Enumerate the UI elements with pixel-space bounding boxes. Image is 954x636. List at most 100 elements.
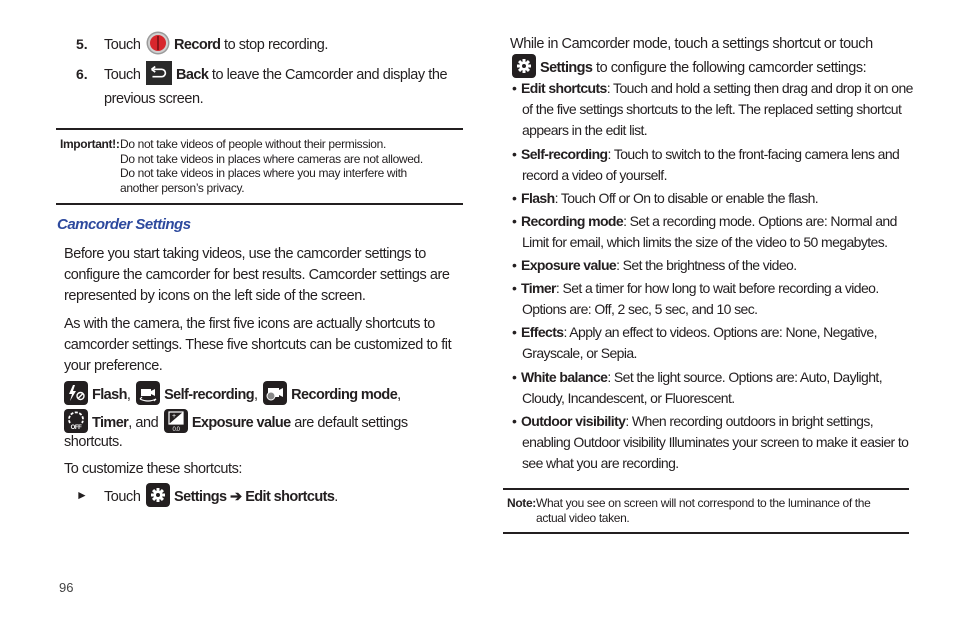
page-number: 96 bbox=[59, 580, 74, 595]
step-5: Touch Record to stop recording. bbox=[104, 31, 328, 57]
comma: , bbox=[397, 386, 401, 403]
setting-description: : Set the light source. Options are: Aut… bbox=[607, 369, 882, 385]
settings-list-line: Cloudy, Incandescent, or Fluorescent. bbox=[522, 390, 735, 406]
setting-term: Timer bbox=[521, 280, 556, 296]
exposure-value-label: Exposure value bbox=[191, 414, 291, 431]
note-line: actual video taken. bbox=[536, 511, 630, 525]
setting-term: Self-recording bbox=[521, 146, 608, 162]
settings-list-item: • Outdoor visibility: When recording outd… bbox=[512, 411, 912, 474]
setting-description: : Set a recording mode. Options are: Nor… bbox=[623, 213, 897, 229]
timer-label: Timer bbox=[92, 414, 129, 431]
step-text: to leave the Camcorder and display the bbox=[208, 66, 448, 83]
customize-intro: To customize these shortcuts: bbox=[64, 461, 242, 477]
paragraph-line: camcorder settings. These five shortcuts… bbox=[64, 337, 452, 353]
back-icon bbox=[146, 61, 173, 85]
step-text: Touch bbox=[104, 66, 141, 83]
paragraph-line: Before you start taking videos, use the … bbox=[64, 246, 426, 262]
bullet-dot: • bbox=[512, 413, 517, 429]
settings-list-line: Limit for email, which limits the size o… bbox=[522, 234, 888, 250]
divider bbox=[503, 488, 909, 490]
setting-term: Exposure value bbox=[521, 257, 617, 273]
settings-list-item: • Self-recording: Touch to switch to the … bbox=[512, 144, 912, 186]
bullet-marker: ► bbox=[76, 488, 88, 502]
back-label: Back bbox=[176, 66, 209, 83]
settings-list-line: enabling Outdoor visibility Illuminates … bbox=[522, 434, 909, 450]
recording-mode-icon bbox=[263, 381, 288, 405]
settings-list-line: • White balance: Set the light source. Op… bbox=[512, 367, 912, 388]
svg-text:OFF: OFF bbox=[71, 425, 82, 431]
setting-description: : Touch and hold a setting then drag and… bbox=[606, 80, 914, 96]
intro-text: to configure the following camcorder set… bbox=[592, 59, 867, 76]
bullet-dot: • bbox=[512, 324, 517, 340]
settings-list-line: • Outdoor visibility: When recording outd… bbox=[512, 411, 912, 432]
settings-gear-icon bbox=[512, 54, 536, 78]
setting-description: : When recording outdoors in bright sett… bbox=[625, 413, 874, 429]
settings-list-line: Grayscale, or Sepia. bbox=[522, 345, 637, 361]
exposure-value-icon: +0.0 bbox=[163, 409, 188, 433]
flash-label: Flash bbox=[92, 386, 127, 403]
bullet-dot: • bbox=[512, 280, 517, 296]
important-line: Do not take videos in places where you m… bbox=[120, 166, 407, 180]
shortcuts-suffix: shortcuts. bbox=[64, 434, 123, 450]
bullet-dot: • bbox=[512, 190, 517, 206]
bullet-dot: • bbox=[512, 369, 517, 385]
setting-description: : Touch to switch to the front-facing ca… bbox=[607, 146, 900, 162]
setting-description: : Touch Off or On to disable or enable t… bbox=[554, 190, 819, 206]
flash-off-icon bbox=[64, 381, 88, 405]
paragraph-line: As with the camera, the first five icons… bbox=[64, 316, 435, 332]
record-label: Record bbox=[174, 36, 221, 53]
settings-list-line: record a video of yourself. bbox=[522, 167, 667, 183]
step-text: previous screen. bbox=[104, 91, 204, 107]
record-icon bbox=[146, 31, 170, 55]
step-number: 6. bbox=[76, 66, 88, 82]
settings-list-item: • Flash: Touch Off or On to disable or en… bbox=[512, 188, 912, 209]
customize-step: Touch Settings ➔ Edit shortcuts. bbox=[104, 483, 338, 509]
settings-list-item: • Effects: Apply an effect to videos. Opt… bbox=[512, 322, 912, 364]
arrow: ➔ bbox=[230, 488, 242, 505]
intro-line: Settings to configure the following camc… bbox=[512, 54, 867, 80]
shortcuts-suffix: are default settings bbox=[290, 414, 408, 431]
settings-list-line: • Effects: Apply an effect to videos. Opt… bbox=[512, 322, 912, 343]
settings-label: Settings bbox=[174, 488, 227, 505]
divider bbox=[503, 532, 909, 534]
setting-term: White balance bbox=[521, 369, 608, 385]
intro-line: While in Camcorder mode, touch a setting… bbox=[510, 36, 873, 52]
step-number: 5. bbox=[76, 36, 88, 52]
divider bbox=[56, 203, 463, 205]
self-recording-icon bbox=[136, 381, 161, 405]
comma: , bbox=[253, 386, 258, 403]
setting-term: Recording mode bbox=[521, 213, 624, 229]
important-line: Do not take videos of people without the… bbox=[120, 137, 386, 151]
important-line: another person’s privacy. bbox=[120, 181, 245, 195]
settings-list-item: • Exposure value: Set the brightness of t… bbox=[512, 255, 912, 276]
step-6: Touch Back to leave the Camcorder and di… bbox=[104, 61, 448, 87]
important-line: Do not take videos in places where camer… bbox=[120, 152, 423, 166]
settings-list-item: • Edit shortcuts: Touch and hold a settin… bbox=[512, 78, 914, 141]
setting-term: Outdoor visibility bbox=[521, 413, 626, 429]
settings-list-item: • White balance: Set the light source. Op… bbox=[512, 367, 912, 409]
settings-list-line: • Recording mode: Set a recording mode. O… bbox=[512, 211, 912, 232]
settings-list-line: • Timer: Set a timer for how long to wait… bbox=[512, 278, 912, 299]
paragraph-line: represented by icons on the left side of… bbox=[64, 288, 366, 304]
settings-list-line: see what you are recording. bbox=[522, 455, 679, 471]
period: . bbox=[334, 488, 338, 505]
bullet-dot: • bbox=[512, 80, 517, 96]
settings-label: Settings bbox=[540, 59, 593, 76]
comma: , bbox=[126, 386, 131, 403]
setting-term: Flash bbox=[521, 190, 555, 206]
setting-term: Effects bbox=[521, 324, 564, 340]
svg-text:+: + bbox=[172, 413, 176, 420]
settings-list-line: of the five settings shortcuts to the le… bbox=[522, 101, 902, 117]
settings-list-line: • Flash: Touch Off or On to disable or en… bbox=[512, 188, 912, 209]
edit-shortcuts-label: Edit shortcuts bbox=[245, 488, 335, 505]
settings-list-item: • Recording mode: Set a recording mode. O… bbox=[512, 211, 912, 253]
self-recording-label: Self-recording bbox=[164, 386, 255, 403]
settings-list-line: • Edit shortcuts: Touch and hold a settin… bbox=[512, 78, 914, 99]
recording-mode-label: Recording mode bbox=[291, 386, 398, 403]
bullet-dot: • bbox=[512, 213, 517, 229]
important-label: Important!: bbox=[60, 137, 120, 151]
setting-description: : Apply an effect to videos. Options are… bbox=[563, 324, 877, 340]
bullet-dot: • bbox=[512, 257, 517, 273]
settings-list-line: Options are: Off, 2 sec, 5 sec, and 10 s… bbox=[522, 301, 758, 317]
svg-text:0.0: 0.0 bbox=[172, 427, 180, 433]
